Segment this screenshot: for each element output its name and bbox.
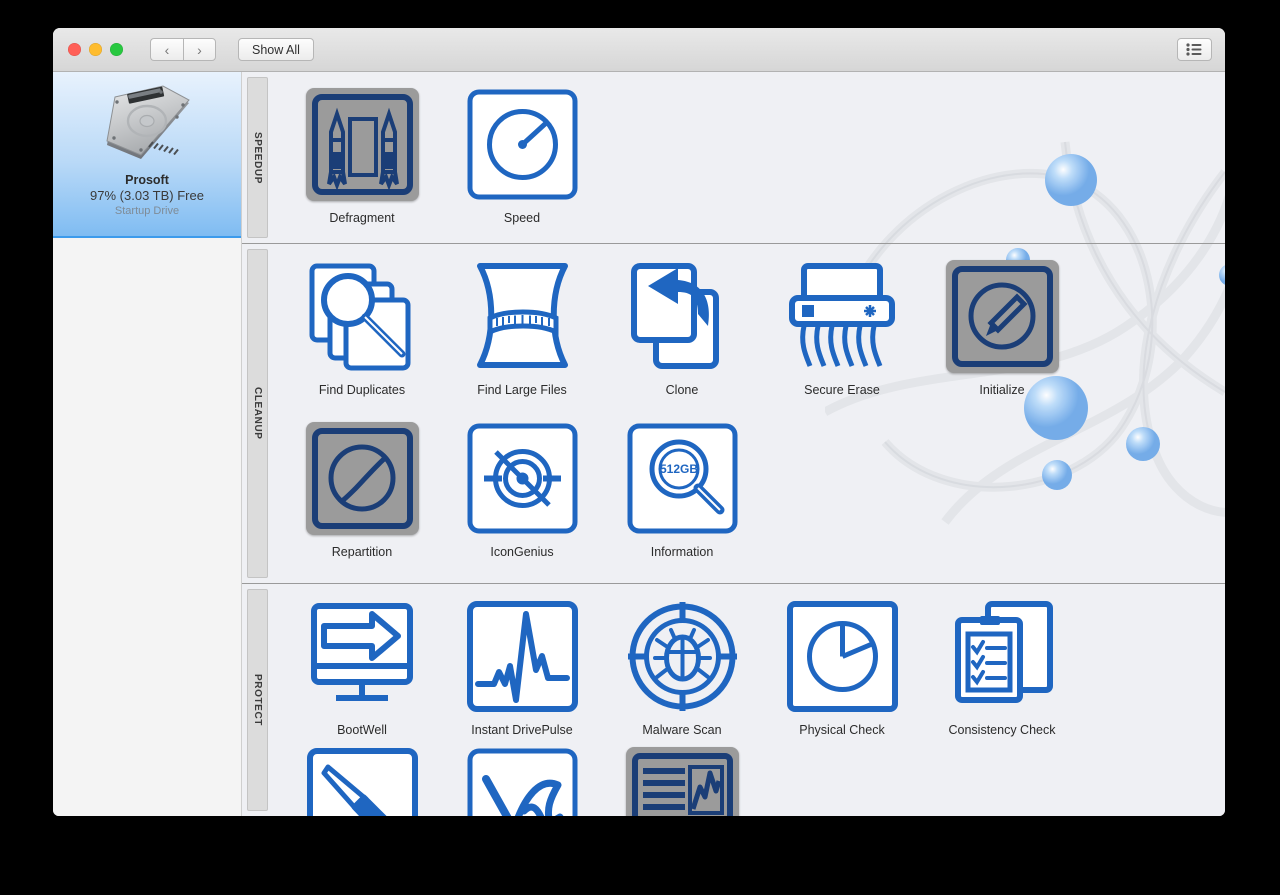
tile-repair[interactable]: Repair	[282, 739, 442, 816]
tile-label: Consistency Check	[948, 723, 1056, 737]
drive-free-text: 97% (3.03 TB) Free	[90, 188, 204, 203]
tile-label: IconGenius	[490, 544, 554, 559]
tile-find-duplicates[interactable]: Find Duplicates	[282, 252, 442, 412]
section-protect: PROTECT BootWell Instant DrivePulse Malw…	[242, 584, 1225, 816]
tile-physical-check[interactable]: Physical Check	[762, 592, 922, 737]
tile-grid-cleanup: Find Duplicates Find Large Files Clone S…	[268, 244, 1225, 583]
pie-partition-icon	[305, 421, 419, 535]
window-titlebar: ‹ › Show All	[53, 28, 1225, 72]
traffic-lights	[68, 43, 123, 56]
tile-malware-scan[interactable]: Malware Scan	[602, 592, 762, 737]
tile-label: Clone	[665, 383, 699, 397]
tile-defragment[interactable]: Defragment	[282, 80, 442, 233]
hard-drive-icon	[106, 85, 190, 159]
section-rail-speedup: SPEEDUP	[247, 77, 268, 238]
tile-label: Defragment	[329, 211, 395, 225]
clone-arrow-icon	[626, 260, 739, 373]
tile-secure-erase[interactable]: Secure Erase	[762, 252, 922, 412]
tile-instant-drivepulse[interactable]: Instant DrivePulse	[442, 592, 602, 737]
section-cleanup: CLEANUP Find Duplicates Find Large Files…	[242, 244, 1225, 584]
tile-consistency-check[interactable]: Consistency Check	[922, 592, 1082, 737]
section-label: PROTECT	[252, 674, 263, 726]
magnifier-pages-icon	[306, 260, 419, 373]
tile-label: Secure Erase	[804, 383, 880, 397]
tile-label: Speed	[503, 211, 541, 225]
navigation-buttons: ‹ ›	[150, 38, 216, 61]
pie-chart-icon	[786, 600, 899, 713]
section-label: SPEEDUP	[252, 131, 263, 184]
sidebar-item-drive[interactable]: Prosoft 97% (3.03 TB) Free Startup Drive	[53, 72, 241, 238]
main-content: SPEEDUP Defragment Speed CLEANUP Find Du…	[242, 72, 1225, 816]
tile-label: Instant DrivePulse	[471, 723, 573, 737]
minimize-button[interactable]	[89, 43, 102, 56]
tile-grid-protect: BootWell Instant DrivePulse Malware Scan…	[268, 584, 1225, 816]
list-view-icon[interactable]	[1177, 38, 1212, 61]
tape-measure-icon	[466, 260, 579, 373]
tile-label: Malware Scan	[642, 723, 722, 737]
section-rail-protect: PROTECT	[247, 589, 268, 811]
close-button[interactable]	[68, 43, 81, 56]
information-badge: 512GB	[659, 462, 697, 476]
tile-label: Physical Check	[799, 723, 885, 737]
app-window: ‹ › Show All Prosoft 97% (3.03 TB) Free …	[53, 28, 1225, 816]
tile-information[interactable]: 512GB Information	[602, 414, 762, 574]
tile-label: Information	[650, 544, 714, 559]
tile-check-hammer[interactable]	[442, 739, 602, 816]
gauge-icon	[466, 88, 579, 201]
window-body: Prosoft 97% (3.03 TB) Free Startup Drive	[53, 72, 1225, 816]
dashboard-report-icon	[625, 747, 739, 816]
magnifier-512gb-icon: 512GB	[626, 422, 739, 535]
tile-clone[interactable]: Clone	[602, 252, 762, 412]
rockets-icon	[305, 88, 419, 201]
checklist-icon	[946, 600, 1059, 713]
tile-label: Find Large Files	[477, 383, 567, 397]
pulse-graph-icon	[466, 600, 579, 713]
tile-dashboard-report[interactable]	[602, 739, 762, 816]
tile-icongenius[interactable]: IconGenius	[442, 414, 602, 574]
zoom-button[interactable]	[110, 43, 123, 56]
tile-speed[interactable]: Speed	[442, 80, 602, 233]
back-button[interactable]: ‹	[150, 38, 183, 61]
tile-bootwell[interactable]: BootWell	[282, 592, 442, 737]
tile-label: Initialize	[979, 383, 1025, 397]
pencil-circle-icon	[945, 260, 1059, 373]
shredder-icon	[786, 260, 899, 373]
section-rail-cleanup: CLEANUP	[247, 249, 268, 578]
screwdriver-icon	[306, 747, 419, 816]
tile-find-large-files[interactable]: Find Large Files	[442, 252, 602, 412]
drive-name: Prosoft	[125, 173, 169, 187]
section-label: CLEANUP	[252, 387, 263, 440]
tile-label: Find Duplicates	[318, 383, 406, 397]
forward-button[interactable]: ›	[183, 38, 216, 61]
sidebar: Prosoft 97% (3.03 TB) Free Startup Drive	[53, 72, 242, 816]
tile-repartition[interactable]: Repartition	[282, 414, 442, 574]
drive-subtitle: Startup Drive	[114, 205, 180, 217]
check-hammer-icon	[466, 747, 579, 816]
bug-target-icon	[626, 600, 739, 713]
tile-label: BootWell	[337, 723, 387, 737]
section-speedup: SPEEDUP Defragment Speed	[242, 72, 1225, 244]
target-crosshair-icon	[466, 422, 579, 535]
monitor-arrow-icon	[306, 600, 419, 713]
show-all-button[interactable]: Show All	[238, 38, 314, 61]
tile-grid-speedup: Defragment Speed	[268, 72, 1225, 243]
tile-initialize[interactable]: Initialize	[922, 252, 1082, 412]
tile-label: Repartition	[331, 544, 393, 559]
